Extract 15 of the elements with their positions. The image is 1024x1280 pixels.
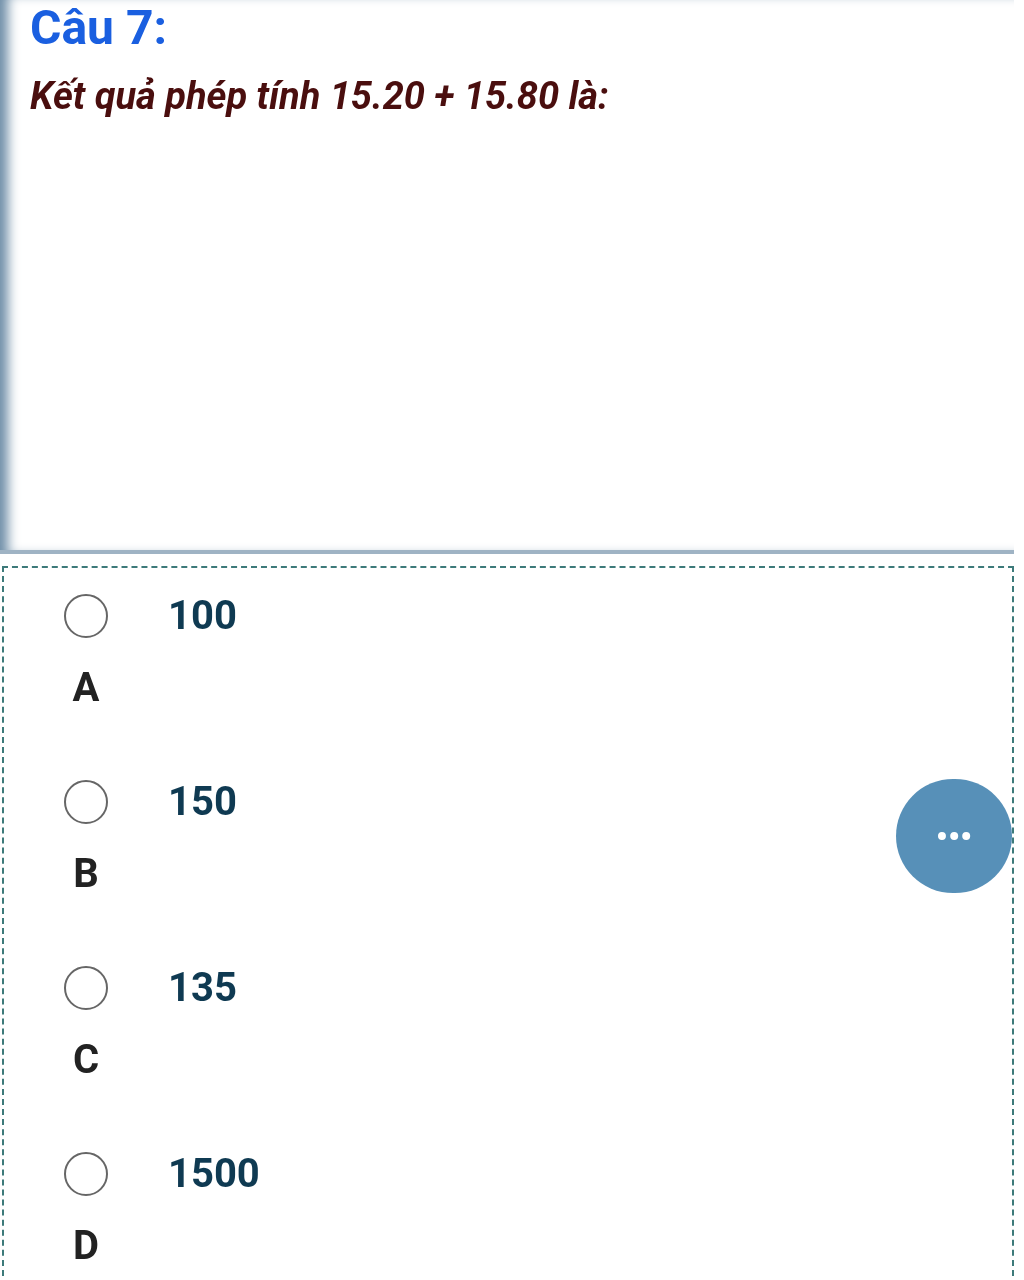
option-value: 150 — [168, 777, 237, 827]
radio-button[interactable] — [64, 1152, 108, 1196]
option-letter: D — [72, 1221, 100, 1271]
option-letter: A — [71, 663, 101, 713]
radio-button[interactable] — [64, 966, 108, 1010]
option-letter: C — [71, 1035, 101, 1085]
question-title: Câu 7: — [30, 0, 168, 56]
option-value: 1500 — [168, 1149, 260, 1199]
radio-button[interactable] — [64, 594, 108, 638]
option-value: 135 — [168, 963, 237, 1013]
radio-button[interactable] — [64, 780, 108, 824]
more-button[interactable]: ••• — [896, 779, 1012, 893]
option-letter: B — [72, 849, 100, 899]
question-text: Kết quả phép tính 15.20 + 15.80 là: — [30, 73, 610, 120]
option-value: 100 — [168, 591, 237, 641]
